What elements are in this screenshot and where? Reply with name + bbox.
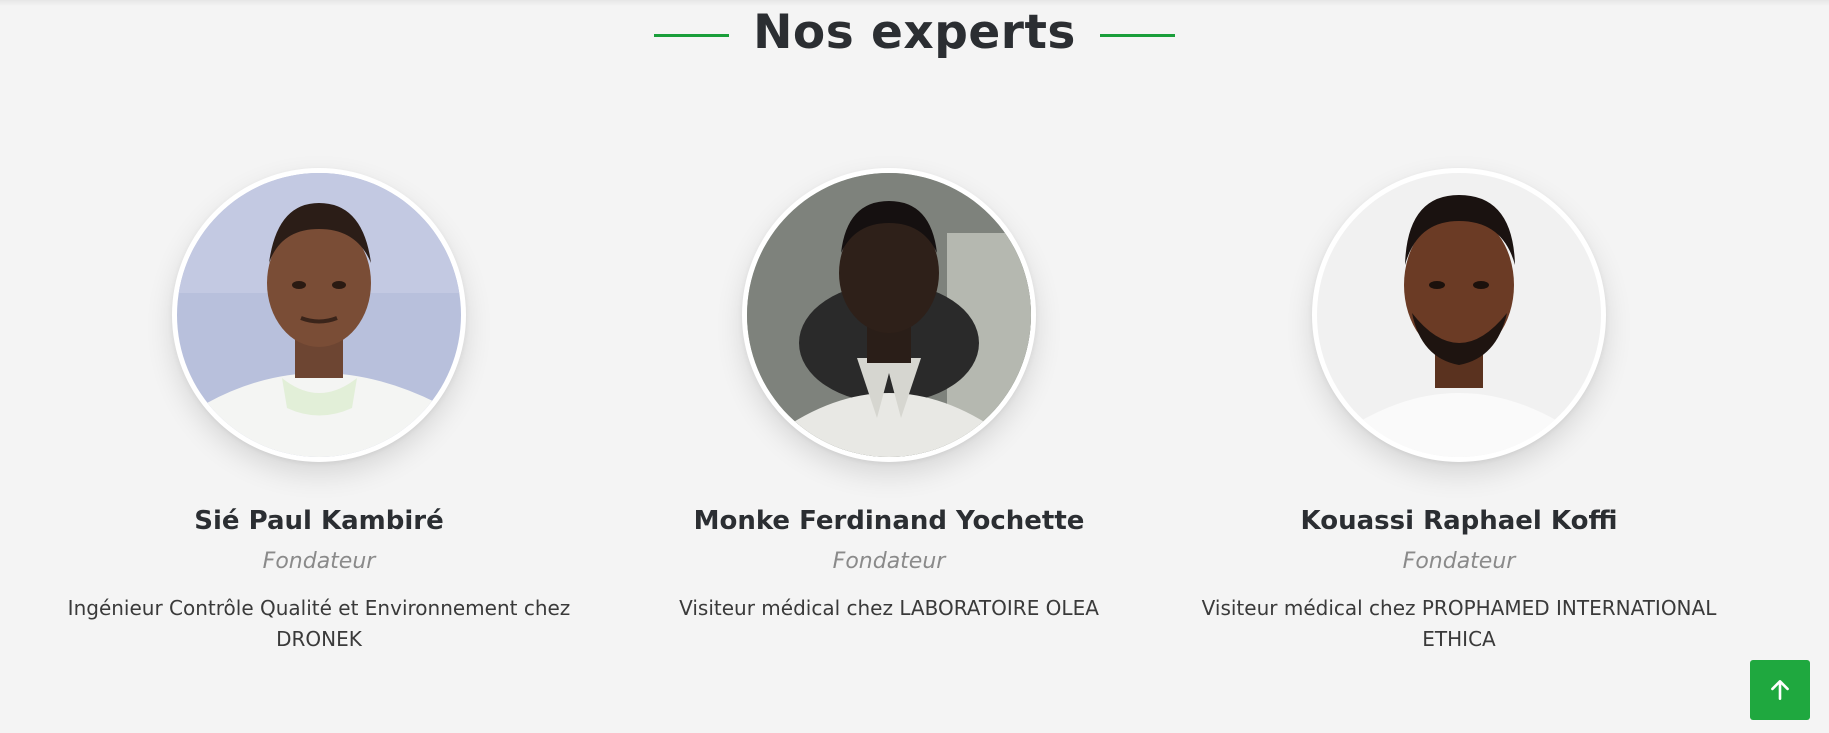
heading-line-left xyxy=(654,33,730,37)
expert-photo xyxy=(172,168,466,462)
portrait-image xyxy=(1317,173,1601,457)
expert-name: Monke Ferdinand Yochette xyxy=(693,506,1085,536)
portrait-image xyxy=(747,173,1031,457)
expert-card: Kouassi Raphael Koffi Fondateur Visiteur… xyxy=(1174,168,1744,655)
experts-list: Sié Paul Kambiré Fondateur Ingénieur Con… xyxy=(0,168,1829,668)
expert-description: Ingénieur Contrôle Qualité et Environnem… xyxy=(67,596,571,651)
section-title: Nos experts xyxy=(753,5,1076,60)
expert-name: Sié Paul Kambiré xyxy=(194,506,444,536)
heading-line-right xyxy=(1099,33,1175,37)
expert-photo xyxy=(1312,168,1606,462)
expert-name: Kouassi Raphael Koffi xyxy=(1300,506,1618,536)
portrait-image xyxy=(177,173,461,457)
back-to-top-button[interactable] xyxy=(1750,660,1810,720)
expert-card: Sié Paul Kambiré Fondateur Ingénieur Con… xyxy=(34,168,604,655)
expert-role: Fondateur xyxy=(832,549,946,574)
arrow-up-icon xyxy=(1771,680,1789,700)
expert-photo xyxy=(742,168,1036,462)
expert-description: Visiteur médical chez LABORATOIRE OLEA xyxy=(679,596,1099,620)
expert-card: Monke Ferdinand Yochette Fondateur Visit… xyxy=(604,168,1174,624)
expert-description: Visiteur médical chez PROPHAMED INTERNAT… xyxy=(1201,596,1717,651)
section-heading: Nos experts xyxy=(0,0,1829,70)
expert-role: Fondateur xyxy=(262,549,376,574)
expert-role: Fondateur xyxy=(1402,549,1516,574)
